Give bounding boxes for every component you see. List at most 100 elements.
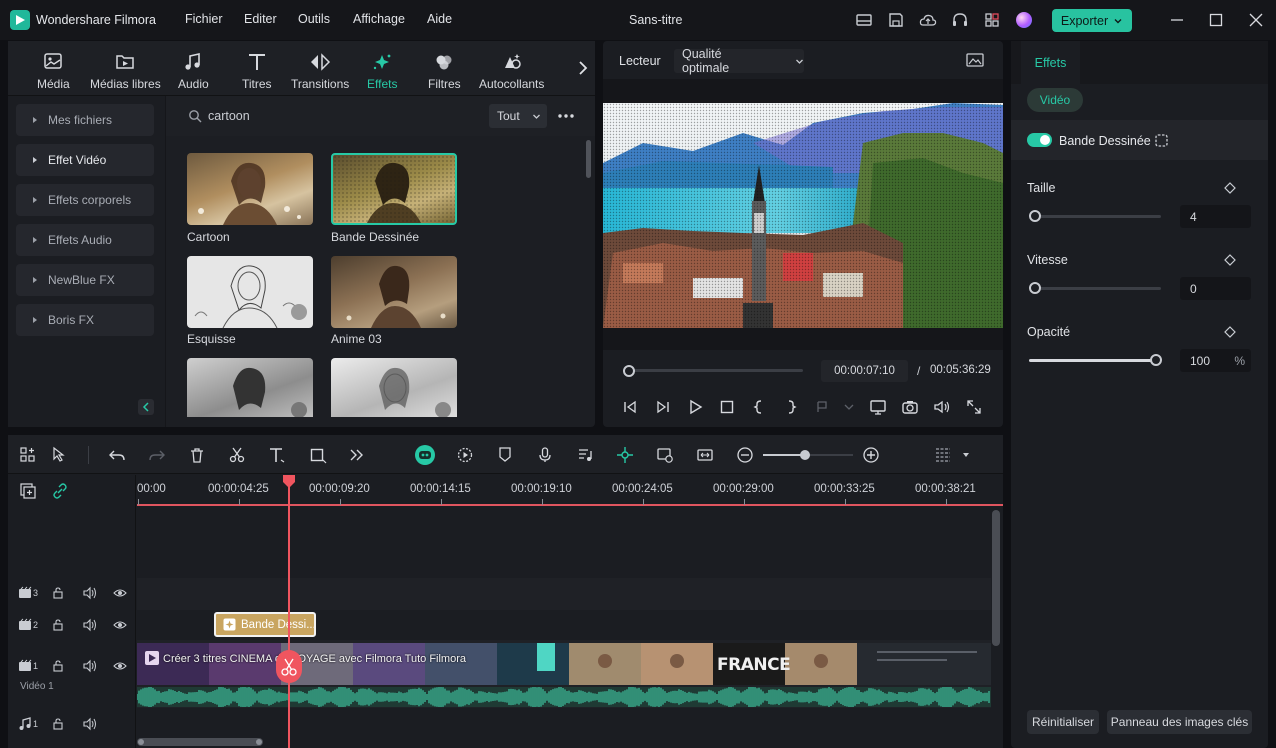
crop-shape-icon[interactable] <box>309 446 327 464</box>
slider-taille-knob[interactable] <box>1029 210 1041 222</box>
ai-assistant-icon[interactable] <box>415 445 435 465</box>
lock-icon[interactable] <box>51 586 65 600</box>
library-scrollbar[interactable] <box>586 140 591 178</box>
player-progress-knob[interactable] <box>623 365 635 377</box>
tab-filters[interactable]: Filtres <box>428 52 461 91</box>
close-icon[interactable] <box>1247 11 1265 29</box>
headset-icon[interactable] <box>951 11 969 29</box>
tabs-next-icon[interactable] <box>576 59 590 77</box>
timeline-vertical-scrollbar[interactable] <box>992 510 1000 646</box>
stop-icon[interactable] <box>718 398 736 416</box>
menu-outils[interactable]: Outils <box>298 12 330 26</box>
playhead-handle[interactable] <box>283 475 295 488</box>
apps-grid-icon[interactable] <box>983 11 1001 29</box>
snap-magnet-icon[interactable] <box>616 446 634 464</box>
marker-shield-icon[interactable] <box>496 446 514 464</box>
microphone-icon[interactable] <box>536 446 554 464</box>
eye-icon[interactable] <box>113 659 127 673</box>
slider-opacite-track[interactable] <box>1029 359 1157 362</box>
effect-thumb-sketch-bw[interactable] <box>187 358 313 417</box>
reset-button[interactable]: Réinitialiser <box>1027 710 1099 734</box>
keyframe-panel-button[interactable]: Panneau des images clés <box>1107 710 1252 734</box>
keyframe-diamond-icon[interactable] <box>1224 182 1236 194</box>
play-icon[interactable] <box>686 398 704 416</box>
subtab-video[interactable]: Vidéo <box>1027 88 1083 112</box>
player-progress-track[interactable] <box>623 369 803 372</box>
text-tool-icon[interactable] <box>268 446 286 464</box>
ai-orb-icon[interactable] <box>1016 12 1032 28</box>
effect-thumb-cartoon[interactable] <box>187 153 313 225</box>
effect-thumb-bande-dessinee[interactable] <box>331 153 457 225</box>
fullscreen-icon[interactable] <box>965 398 983 416</box>
value-taille[interactable]: 4 <box>1180 205 1251 228</box>
undo-icon[interactable] <box>108 446 126 464</box>
camera-snapshot-icon[interactable] <box>901 398 919 416</box>
tab-titles[interactable]: Titres <box>242 52 272 91</box>
link-icon[interactable] <box>51 482 69 500</box>
delete-trash-icon[interactable] <box>188 446 206 464</box>
effect-thumb-esquisse[interactable] <box>187 256 313 328</box>
mark-in-icon[interactable] <box>750 398 768 416</box>
effect-toggle[interactable] <box>1027 133 1052 147</box>
category-newblue[interactable]: NewBlue FX <box>16 264 154 296</box>
audio-waveform[interactable] <box>137 687 991 707</box>
lock-icon[interactable] <box>51 659 65 673</box>
volume-icon[interactable] <box>933 398 951 416</box>
tab-audio[interactable]: Audio <box>178 52 209 91</box>
zoom-in-icon[interactable] <box>862 446 880 464</box>
category-video-effects[interactable]: Effet Vidéo <box>16 144 154 176</box>
menu-affichage[interactable]: Affichage <box>353 12 405 26</box>
snapshot-view-icon[interactable] <box>965 51 985 69</box>
render-preview-icon[interactable] <box>456 446 474 464</box>
track-height-icon[interactable] <box>934 446 952 464</box>
playhead-line[interactable] <box>288 478 290 748</box>
tab-media[interactable]: Média <box>37 52 70 91</box>
audio-stretch-icon[interactable] <box>576 446 594 464</box>
category-my-files[interactable]: Mes fichiers <box>16 104 154 136</box>
select-pointer-icon[interactable] <box>51 446 69 464</box>
value-opacite[interactable]: 100 % <box>1180 349 1251 372</box>
collapse-sidebar-icon[interactable] <box>138 399 154 415</box>
tab-stock-media[interactable]: Médias libres <box>90 52 161 91</box>
speaker-icon[interactable] <box>83 659 97 673</box>
category-boris[interactable]: Boris FX <box>16 304 154 336</box>
search-input[interactable] <box>208 106 468 126</box>
scene-layout-icon[interactable] <box>19 446 37 464</box>
category-body-effects[interactable]: Effets corporels <box>16 184 154 216</box>
timeline-horizontal-scrollbar[interactable] <box>137 738 263 746</box>
speaker-icon[interactable] <box>83 618 97 632</box>
tab-effets[interactable]: Effets <box>1021 41 1080 84</box>
menu-editer[interactable]: Editer <box>244 12 277 26</box>
keyframe-diamond-icon[interactable] <box>1224 326 1236 338</box>
eye-icon[interactable] <box>113 586 127 600</box>
slider-vitesse-knob[interactable] <box>1029 282 1041 294</box>
effect-thumb-sketch-light[interactable] <box>331 358 457 417</box>
split-scissors-icon[interactable] <box>228 446 246 464</box>
previous-frame-icon[interactable] <box>621 398 639 416</box>
current-time[interactable]: 00:00:07:10 <box>821 360 908 382</box>
slider-taille-track[interactable] <box>1035 215 1161 218</box>
effect-region-icon[interactable] <box>1154 133 1169 148</box>
more-options-icon[interactable] <box>557 109 575 123</box>
slider-opacite-knob[interactable] <box>1150 354 1162 366</box>
mark-out-icon[interactable] <box>782 398 800 416</box>
value-vitesse[interactable]: 0 <box>1180 277 1251 300</box>
menu-aide[interactable]: Aide <box>427 12 452 26</box>
keyframe-diamond-icon[interactable] <box>1224 254 1236 266</box>
layout-icon[interactable] <box>855 11 873 29</box>
zoom-out-icon[interactable] <box>736 446 754 464</box>
lock-icon[interactable] <box>51 717 65 731</box>
minimize-icon[interactable] <box>1168 11 1186 29</box>
speaker-icon[interactable] <box>83 586 97 600</box>
chevron-down-icon[interactable] <box>961 450 971 460</box>
export-button[interactable]: Exporter <box>1052 9 1132 32</box>
lock-icon[interactable] <box>51 618 65 632</box>
eye-icon[interactable] <box>113 618 127 632</box>
filter-dropdown[interactable]: Tout <box>489 104 547 128</box>
zoom-slider-knob[interactable] <box>800 450 810 460</box>
more-tools-icon[interactable] <box>348 446 366 464</box>
display-settings-icon[interactable] <box>869 398 887 416</box>
auto-sync-icon[interactable] <box>656 446 674 464</box>
playhead-split-scissors-icon[interactable] <box>276 650 302 683</box>
add-track-icon[interactable] <box>19 482 37 500</box>
